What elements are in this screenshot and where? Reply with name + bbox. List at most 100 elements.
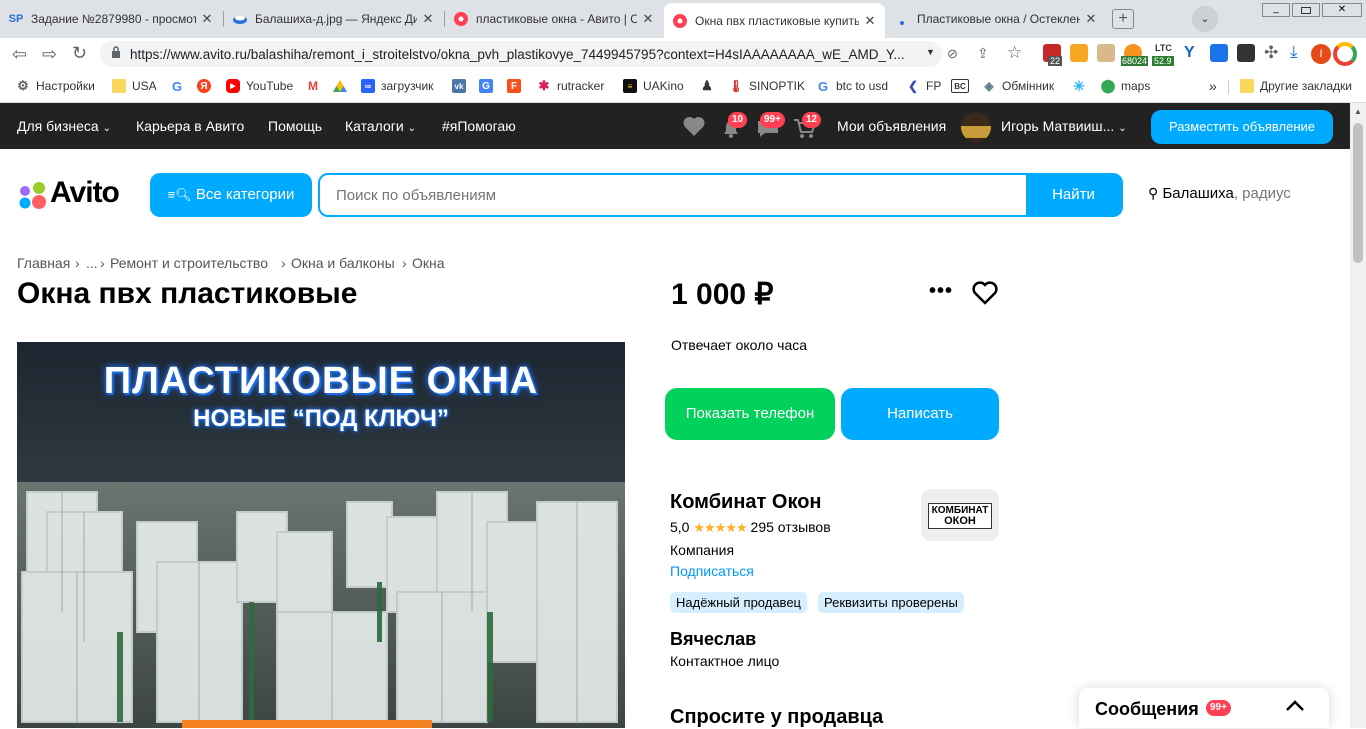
bookmark-translate[interactable]: G <box>479 77 499 95</box>
maximize-icon[interactable] <box>1292 3 1320 17</box>
browser-tab-bar: SP Задание №2879980 - просмотр ✕ Балаших… <box>0 0 1366 38</box>
url-text: https://www.avito.ru/balashiha/remont_i_… <box>130 46 905 62</box>
bookmark-google[interactable]: G <box>170 77 190 95</box>
download-extension-icon[interactable] <box>1210 44 1228 62</box>
avito-logo-icon[interactable] <box>16 180 52 210</box>
bookmark-star-icon[interactable]: ☆ <box>1007 43 1022 63</box>
bookmark-youtube[interactable]: ▶ YouTube <box>226 77 293 95</box>
extension-3-icon[interactable] <box>1097 44 1115 62</box>
add-to-favorites-heart-icon[interactable] <box>971 280 999 311</box>
bookmark-vk[interactable]: vk <box>452 77 472 95</box>
bookmark-fp[interactable]: ❮ FP <box>906 77 941 95</box>
bookmark-label: USA <box>132 79 157 93</box>
bookmark-sinoptik[interactable]: 🌡 SINOPTIK <box>728 77 805 95</box>
seller-logo-line2: ОКОН <box>944 515 976 527</box>
tab-5[interactable]: Пластиковые окна / Остекление ✕ <box>886 3 1106 35</box>
downloads-icon[interactable]: ⤓ <box>1290 42 1298 62</box>
nav-catalogs[interactable]: Каталоги ⌄ <box>345 103 416 149</box>
bookmark-other[interactable]: Другие закладки <box>1240 77 1352 95</box>
bookmark-uakino[interactable]: ≡ UAKino <box>623 77 684 95</box>
seller-rating-row[interactable]: 5,0 ★★★★★ 295 отзывов <box>670 519 831 536</box>
scrollbar-thumb[interactable] <box>1353 123 1363 263</box>
location-selector[interactable]: ⚲ Балашиха, радиус <box>1148 185 1291 202</box>
more-options-icon[interactable]: ••• <box>929 280 953 303</box>
vpn-extension-icon[interactable]: Y <box>1184 44 1195 62</box>
nav-business[interactable]: Для бизнеса ⌄ <box>17 103 111 149</box>
search-button[interactable]: Найти <box>1026 173 1121 217</box>
bookmark-settings[interactable]: ⚙ Настройки <box>16 77 95 95</box>
translate-blocked-icon[interactable]: ⊘ <box>947 46 958 62</box>
favorites-heart-icon[interactable] <box>682 115 706 142</box>
nav-my-ads[interactable]: Мои объявления <box>837 103 946 149</box>
bookmark-f[interactable]: F <box>507 77 527 95</box>
close-tab-icon[interactable]: ✕ <box>200 12 214 26</box>
share-icon[interactable]: ⇪ <box>977 45 989 62</box>
extensions-puzzle-icon[interactable]: ✣ <box>1264 43 1278 63</box>
bookmark-yandex[interactable]: Я <box>197 77 217 95</box>
bookmark-downloader[interactable]: ∞ загрузчик <box>361 77 433 95</box>
messages-widget[interactable]: Сообщения 99+ <box>1079 688 1329 728</box>
new-tab-icon[interactable]: + <box>1112 9 1134 29</box>
subscribe-link[interactable]: Подписаться <box>670 563 754 579</box>
close-window-icon[interactable]: ✕ <box>1322 3 1362 17</box>
scroll-up-arrow-icon[interactable]: ▲ <box>1354 107 1362 116</box>
nav-label: Каталоги <box>345 118 404 134</box>
dropdown-icon[interactable]: ▼ <box>926 47 935 57</box>
user-avatar[interactable] <box>961 112 991 142</box>
minimize-icon[interactable]: _ <box>1262 3 1290 17</box>
seller-name[interactable]: Комбинат Окон <box>670 491 822 514</box>
breadcrumb-windows-balconies[interactable]: Окна и балконы <box>291 255 395 271</box>
bookmark-usa[interactable]: USA <box>112 77 157 95</box>
bookmark-star[interactable]: ✳ <box>1072 77 1092 95</box>
location-pin-icon: ⚲ <box>1148 185 1159 201</box>
gear-icon: ⚙ <box>17 78 29 93</box>
tab-2[interactable]: Балашиха-д.jpg — Яндекс Диск ✕ <box>224 3 443 35</box>
tab-4-active[interactable]: Окна пвх пластиковые купить в ✕ <box>664 3 885 38</box>
chevron-up-icon[interactable] <box>1284 696 1306 721</box>
verified-details-chip[interactable]: Реквизиты проверены <box>818 592 964 613</box>
show-phone-button[interactable]: Показать телефон <box>665 388 835 440</box>
page-scrollbar[interactable]: ▲ <box>1350 103 1366 728</box>
breadcrumb-home[interactable]: Главная <box>17 255 70 271</box>
breadcrumb-ellipsis[interactable]: ... <box>86 255 98 271</box>
close-tab-icon[interactable]: ✕ <box>641 12 655 26</box>
close-tab-icon[interactable]: ✕ <box>863 13 877 28</box>
bookmark-exchanger[interactable]: ◈ Обмінник <box>982 77 1054 95</box>
profile-avatar[interactable]: I <box>1311 44 1331 64</box>
post-ad-button[interactable]: Разместить объявление <box>1151 110 1333 144</box>
extension-dark-icon[interactable] <box>1237 44 1255 62</box>
nav-help[interactable]: Помощь <box>268 103 322 149</box>
search-input[interactable] <box>320 175 1028 215</box>
tab-3[interactable]: пластиковые окна - Авито | Объявл ✕ <box>445 3 663 35</box>
chrome-menu-icon[interactable] <box>1333 42 1357 66</box>
back-arrow-icon[interactable]: ⇦ <box>12 44 27 65</box>
breadcrumb-windows[interactable]: Окна <box>412 255 445 271</box>
write-message-button[interactable]: Написать <box>841 388 999 440</box>
reload-icon[interactable]: ↻ <box>72 43 87 64</box>
reliable-seller-chip[interactable]: Надёжный продавец <box>670 592 807 613</box>
close-tab-icon[interactable]: ✕ <box>421 12 435 26</box>
bookmarks-overflow[interactable]: » <box>1209 77 1217 95</box>
rating-stars-icon: ★★★★★ <box>693 520 747 535</box>
bookmark-gmail[interactable]: M <box>306 77 326 95</box>
extension-2-icon[interactable] <box>1070 44 1088 62</box>
bookmark-maps[interactable]: ⬤ maps <box>1101 77 1151 95</box>
listing-photo[interactable]: ПЛАСТИКОВЫЕ ОКНА НОВЫЕ “ПОД КЛЮЧ” <box>17 342 625 728</box>
close-tab-icon[interactable]: ✕ <box>1084 12 1098 26</box>
tab-search-chevron-icon[interactable]: ⌄ <box>1192 6 1218 32</box>
avito-logo-text[interactable]: Avito <box>50 176 120 210</box>
tab-1[interactable]: SP Задание №2879980 - просмотр ✕ <box>0 3 222 35</box>
all-categories-button[interactable]: ≡🔍︎ Все категории <box>150 173 312 217</box>
nav-help-us[interactable]: #яПомогаю <box>442 103 516 149</box>
forward-arrow-icon[interactable]: ⇨ <box>42 44 57 65</box>
nav-user-menu[interactable]: Игорь Матвииш... ⌄ <box>1001 103 1127 149</box>
bookmark-bc[interactable]: BC <box>951 77 975 95</box>
nav-career[interactable]: Карьера в Авито <box>136 103 244 149</box>
bookmark-btc-usd[interactable]: Gbtc to usd <box>816 77 888 95</box>
bookmark-figure[interactable]: ♟ <box>700 77 720 95</box>
address-bar[interactable]: https://www.avito.ru/balashiha/remont_i_… <box>100 41 942 67</box>
bookmark-drive[interactable] <box>333 77 353 95</box>
bookmark-rutracker[interactable]: ✱ rutracker <box>537 77 605 95</box>
breadcrumb-repair[interactable]: Ремонт и строительство <box>110 255 268 271</box>
seller-logo[interactable]: КОМБИНАТ ОКОН <box>921 489 999 541</box>
